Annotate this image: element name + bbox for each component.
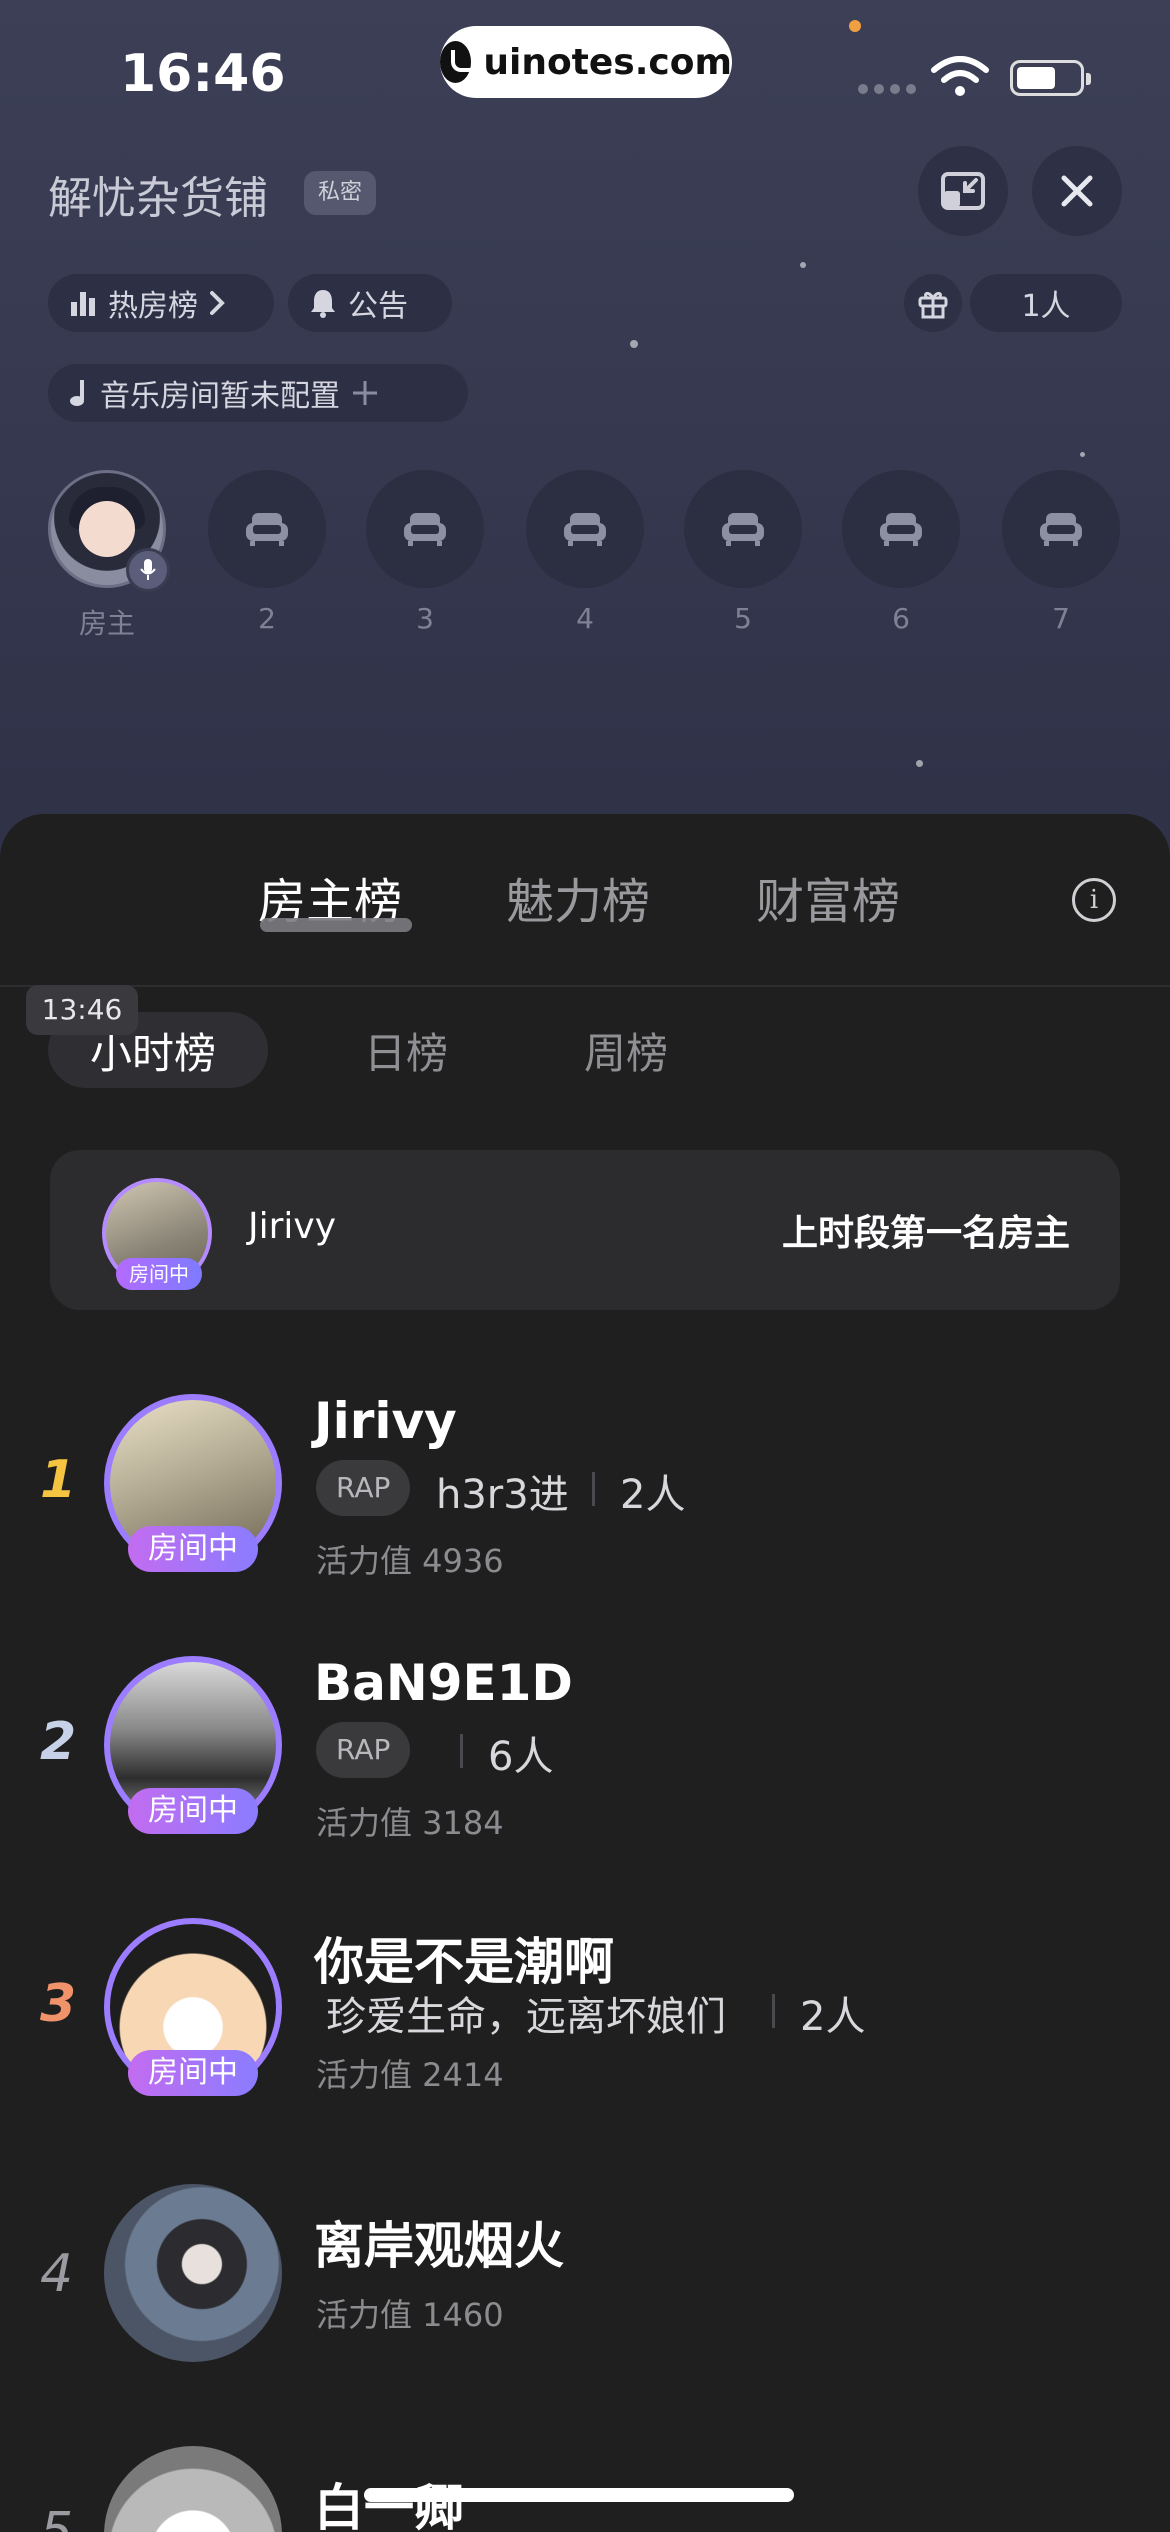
rank-number: 1: [40, 1450, 77, 1510]
plus-icon: [353, 381, 377, 405]
room-people-count: 6人: [488, 1734, 554, 1780]
top-host-name: Jirivy: [248, 1206, 337, 1247]
user-name: 离岸观烟火: [314, 2217, 564, 2275]
url-text: uinotes.com: [483, 41, 732, 83]
online-count-button[interactable]: 1人: [970, 274, 1122, 332]
online-count: 1人: [1021, 289, 1071, 324]
room-description: 珍爱生命，远离坏娘们: [326, 1994, 726, 2040]
room-people-count: 2人: [620, 1472, 686, 1518]
announcement-button[interactable]: 公告: [288, 274, 452, 332]
sofa-icon: [880, 513, 922, 546]
vitality-value: 活力值 4936: [316, 1542, 504, 1580]
user-name: Jirivy: [314, 1392, 457, 1450]
minimize-room-button[interactable]: [918, 146, 1008, 236]
rank-number: 5: [40, 2502, 74, 2532]
avatar: [104, 2184, 282, 2362]
battery-icon: [1010, 60, 1091, 96]
seat-label: 4: [576, 602, 594, 635]
seat-label: 3: [416, 602, 434, 635]
room-people-count: 2人: [800, 1994, 866, 2040]
seat-label: 5: [734, 602, 752, 635]
private-tag: 私密: [304, 171, 377, 215]
privacy-indicator-dot: [849, 20, 861, 32]
star-decoration: [1080, 452, 1085, 457]
hot-rank-label: 热房榜: [108, 289, 198, 324]
list-item[interactable]: 4 离岸观烟火 活力值 1460: [0, 2166, 1170, 2386]
list-item[interactable]: 2 房间中 BaN9E1D RAP 6人 活力值 3184: [0, 1642, 1170, 1862]
seat-label: 6: [892, 602, 910, 635]
sofa-icon: [722, 513, 764, 546]
bar-chart-icon: [71, 292, 95, 316]
home-indicator: [364, 2488, 794, 2502]
url-watermark: uinotes.com: [440, 26, 732, 98]
top-host-label: 上时段第一名房主: [781, 1213, 1070, 1254]
music-label: 音乐房间暂未配置: [100, 379, 340, 414]
avatar: [104, 2446, 282, 2532]
hot-rank-button[interactable]: 热房榜: [48, 274, 274, 332]
subtab-daily[interactable]: 日榜: [364, 1020, 448, 1081]
previous-top-host-card[interactable]: 房间中 Jirivy 上时段第一名房主: [50, 1150, 1120, 1310]
in-room-badge: 房间中: [128, 1526, 258, 1572]
tab-wealth-rank[interactable]: 财富榜: [756, 862, 900, 932]
separator: [592, 1472, 595, 1506]
room-background: [0, 0, 1170, 860]
sofa-icon: [246, 513, 288, 546]
seat-label: 7: [1052, 602, 1070, 635]
minimize-icon: [941, 172, 985, 210]
user-name: BaN9E1D: [314, 1654, 573, 1712]
rank-number: 2: [40, 1712, 77, 1772]
separator: [772, 1994, 775, 2028]
divider: [0, 985, 1170, 987]
music-config-button[interactable]: 音乐房间暂未配置: [48, 364, 468, 422]
separator: [460, 1734, 463, 1768]
empty-seat-2[interactable]: [208, 470, 326, 588]
subtab-weekly[interactable]: 周榜: [584, 1020, 668, 1081]
gift-button[interactable]: [904, 274, 962, 332]
vitality-value: 活力值 2414: [316, 2056, 504, 2094]
seat-label: 房主: [78, 607, 135, 640]
cellular-signal-icon: [858, 84, 916, 94]
list-item[interactable]: 5 白一卿: [0, 2428, 1170, 2532]
bell-icon: [311, 290, 335, 318]
tab-charm-rank[interactable]: 魅力榜: [506, 862, 650, 932]
active-tab-indicator: [260, 918, 412, 932]
close-room-button[interactable]: [1032, 146, 1122, 236]
empty-seat-7[interactable]: [1002, 470, 1120, 588]
in-room-badge: 房间中: [128, 1788, 258, 1834]
list-item[interactable]: 3 房间中 你是不是潮啊 珍爱生命，远离坏娘们 2人 活力值 2414: [0, 1904, 1170, 2124]
mic-icon: [126, 548, 170, 592]
chevron-right-icon: [210, 291, 225, 315]
close-icon: [1061, 175, 1093, 207]
in-room-badge: 房间中: [128, 2050, 258, 2096]
empty-seat-4[interactable]: [526, 470, 644, 588]
star-decoration: [916, 760, 923, 767]
room-tag: RAP: [316, 1722, 411, 1778]
wifi-icon: [931, 56, 989, 96]
vitality-value: 活力值 1460: [316, 2296, 504, 2334]
time-chip: 13:46: [26, 985, 138, 1035]
empty-seat-5[interactable]: [684, 470, 802, 588]
room-title: 解忧杂货铺: [48, 173, 268, 224]
sofa-icon: [404, 513, 446, 546]
uinotes-logo-icon: [440, 41, 480, 83]
rank-number: 4: [40, 2244, 74, 2304]
music-note-icon: [70, 380, 84, 406]
in-room-badge: 房间中: [116, 1258, 202, 1290]
star-decoration: [800, 262, 806, 268]
status-time: 16:46: [120, 44, 286, 104]
sofa-icon: [1040, 513, 1082, 546]
sofa-icon: [564, 513, 606, 546]
list-item[interactable]: 1 房间中 Jirivy RAP h3r3进 2人 活力值 4936: [0, 1380, 1170, 1600]
info-icon[interactable]: i: [1072, 878, 1116, 922]
empty-seat-3[interactable]: [366, 470, 484, 588]
star-decoration: [630, 340, 638, 348]
vitality-value: 活力值 3184: [316, 1804, 504, 1842]
announcement-label: 公告: [348, 289, 408, 324]
rank-number: 3: [40, 1974, 77, 2034]
seat-label: 2: [258, 602, 276, 635]
room-description: h3r3进: [436, 1472, 569, 1518]
room-tag: RAP: [316, 1460, 411, 1516]
gift-icon: [918, 291, 948, 319]
empty-seat-6[interactable]: [842, 470, 960, 588]
